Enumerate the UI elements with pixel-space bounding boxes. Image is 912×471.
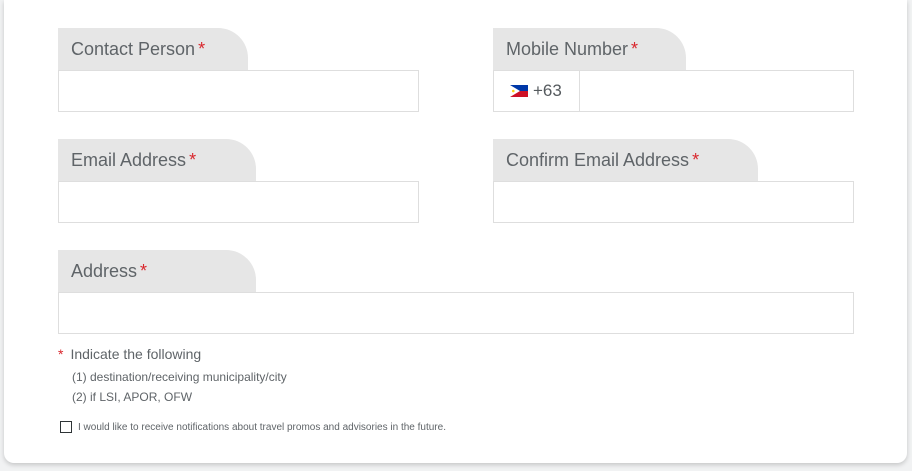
country-code-selector[interactable]: +63 <box>494 71 580 111</box>
instructions-line-2: (2) if LSI, APOR, OFW <box>72 390 193 404</box>
instructions-line-1: (1) destination/receiving municipality/c… <box>72 370 287 384</box>
required-asterisk: * <box>198 39 206 59</box>
mobile-number-input-wrapper: +63 <box>493 70 854 112</box>
contact-person-input[interactable] <box>58 70 419 112</box>
required-asterisk: * <box>140 261 148 281</box>
address-field: Address * <box>58 250 854 335</box>
mobile-number-field: Mobile Number * +63 <box>493 28 854 113</box>
address-instructions: * Indicate the following <box>58 346 201 362</box>
instructions-heading: Indicate the following <box>70 346 202 362</box>
required-asterisk: * <box>692 150 700 170</box>
required-asterisk: * <box>58 346 64 362</box>
required-asterisk: * <box>631 39 639 59</box>
notifications-consent-label: I would like to receive notifications ab… <box>78 421 446 433</box>
mobile-number-label-tab: Mobile Number * <box>493 28 686 70</box>
notifications-consent[interactable]: I would like to receive notifications ab… <box>60 421 446 433</box>
email-address-field: Email Address * <box>58 139 419 224</box>
address-label: Address <box>71 261 138 281</box>
confirm-email-address-field: Confirm Email Address * <box>493 139 854 224</box>
address-label-tab: Address * <box>58 250 256 292</box>
contact-person-label-tab: Contact Person * <box>58 28 248 70</box>
required-asterisk: * <box>189 150 197 170</box>
confirm-email-address-label: Confirm Email Address <box>506 150 690 170</box>
email-address-input[interactable] <box>58 181 419 223</box>
address-input[interactable] <box>58 292 854 334</box>
contact-person-label: Contact Person <box>71 39 196 59</box>
mobile-number-label: Mobile Number <box>506 39 629 59</box>
confirm-email-address-input[interactable] <box>493 181 854 223</box>
notifications-checkbox[interactable] <box>60 421 72 433</box>
philippines-flag-icon <box>510 85 528 97</box>
email-address-label: Email Address <box>71 150 187 170</box>
country-code: +63 <box>533 81 562 100</box>
mobile-number-input[interactable] <box>581 71 853 111</box>
contact-person-field: Contact Person * <box>58 28 419 113</box>
email-address-label-tab: Email Address * <box>58 139 256 181</box>
confirm-email-address-label-tab: Confirm Email Address * <box>493 139 758 181</box>
